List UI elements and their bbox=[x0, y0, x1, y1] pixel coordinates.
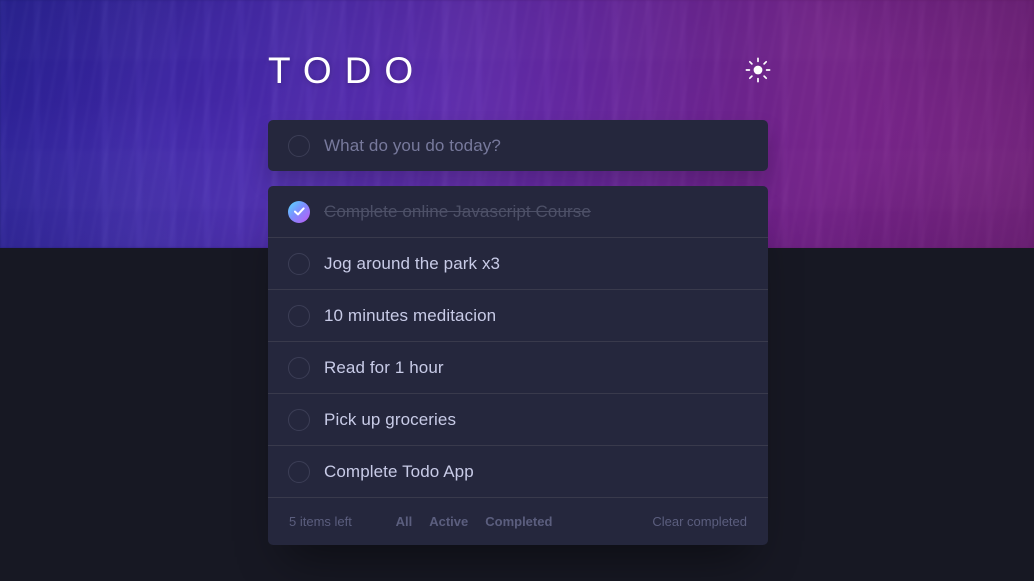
todo-checkbox-icon[interactable] bbox=[288, 252, 310, 275]
todo-checkbox-icon[interactable] bbox=[288, 460, 310, 483]
todo-item-label: Pick up groceries bbox=[324, 409, 457, 429]
new-todo-input[interactable] bbox=[324, 135, 768, 156]
todo-item-label: Jog around the park x3 bbox=[324, 253, 501, 273]
todo-footer: 5 items left All Active Completed Clear co… bbox=[268, 498, 768, 545]
todo-item-label: Complete online Javascript Course bbox=[324, 201, 591, 221]
todo-list-item[interactable]: Complete Todo App bbox=[268, 446, 768, 498]
todo-item-label: Complete Todo App bbox=[324, 461, 474, 481]
todo-list-card: Complete online Javascript Course Jog aro… bbox=[268, 186, 768, 545]
todo-list-item[interactable]: Pick up groceries bbox=[268, 394, 768, 446]
todo-list-item[interactable]: 10 minutes meditacion bbox=[268, 290, 768, 342]
todo-checkbox-icon[interactable] bbox=[288, 304, 310, 327]
todo-list-item[interactable]: Jog around the park x3 bbox=[268, 238, 768, 290]
filter-completed[interactable]: Completed bbox=[485, 514, 552, 529]
header: TODO bbox=[268, 48, 771, 92]
todo-item-label: Read for 1 hour bbox=[324, 357, 444, 377]
todo-list-item[interactable]: Complete online Javascript Course bbox=[268, 186, 768, 238]
todo-list-item[interactable]: Read for 1 hour bbox=[268, 342, 768, 394]
todo-checkbox-checked-icon[interactable] bbox=[288, 200, 310, 223]
todo-checkbox-icon[interactable] bbox=[288, 356, 310, 379]
clear-completed-button[interactable]: Clear completed bbox=[652, 514, 747, 529]
page-title: TODO bbox=[268, 49, 427, 91]
todo-checkbox-icon[interactable] bbox=[288, 408, 310, 431]
todo-list: Complete online Javascript Course Jog aro… bbox=[268, 186, 768, 498]
new-todo-checkbox-icon[interactable] bbox=[288, 134, 310, 157]
new-todo-bar[interactable] bbox=[268, 120, 768, 171]
filter-active[interactable]: Active bbox=[429, 514, 468, 529]
sun-icon[interactable] bbox=[745, 57, 771, 83]
items-left-count: 5 items left bbox=[289, 514, 352, 529]
todo-item-label: 10 minutes meditacion bbox=[324, 305, 497, 325]
filter-all[interactable]: All bbox=[396, 514, 413, 529]
